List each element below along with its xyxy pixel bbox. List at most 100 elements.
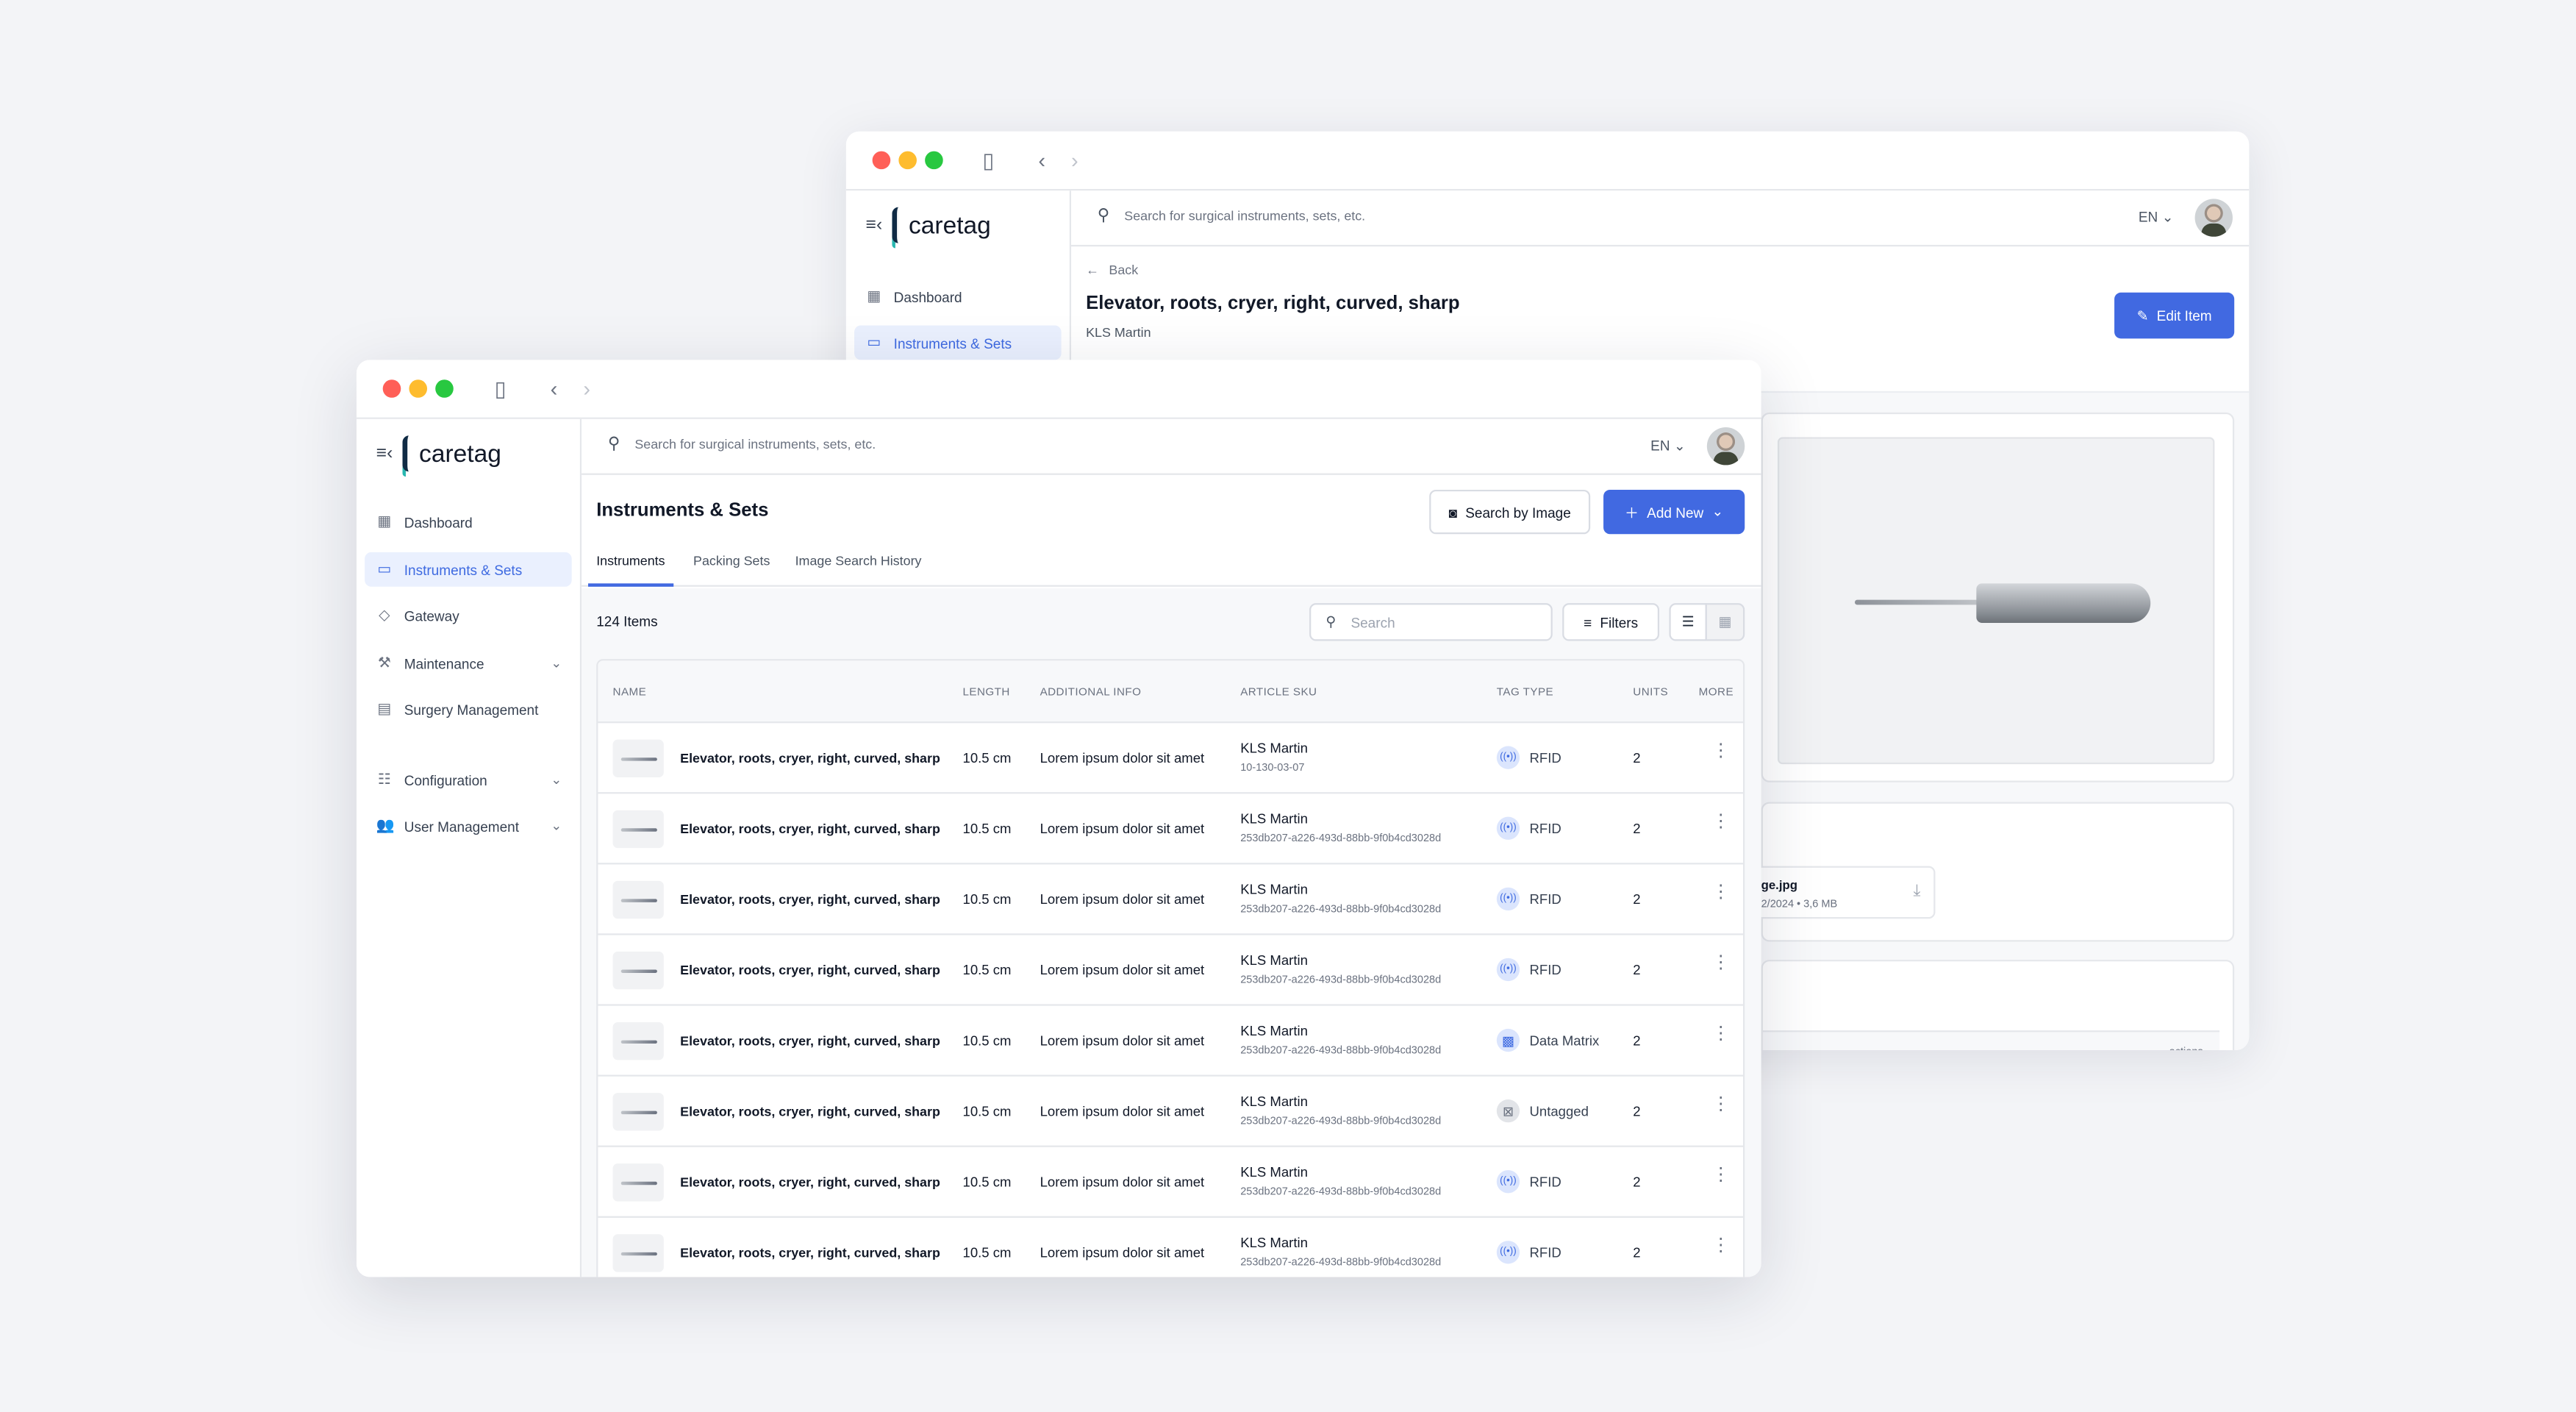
more-options-icon[interactable]: ⋮ bbox=[1712, 1237, 1731, 1256]
units: 2 bbox=[1633, 1244, 1641, 1261]
sidebar-item-label: Dashboard bbox=[893, 288, 962, 305]
sku-brand: KLS Martin bbox=[1240, 1093, 1308, 1110]
tab-instruments[interactable]: Instruments bbox=[588, 554, 673, 587]
brand-name: caretag bbox=[419, 439, 501, 468]
global-search[interactable]: ⚲ Search for surgical instruments, sets, … bbox=[1098, 207, 1365, 226]
sidebar-toggle-icon[interactable]: ▯ bbox=[982, 148, 994, 174]
table-row[interactable]: Elevator, roots, cryer, right, curved, s… bbox=[598, 1145, 1744, 1216]
forward-nav-icon[interactable]: › bbox=[583, 377, 590, 402]
col-units[interactable]: UNITS bbox=[1633, 687, 1668, 699]
additional-info: Lorem ipsum dolor sit amet bbox=[1040, 1173, 1205, 1190]
col-more: MORE bbox=[1698, 687, 1734, 699]
instrument-name: Elevator, roots, cryer, right, curved, s… bbox=[680, 1245, 940, 1261]
instrument-length: 10.5 cm bbox=[962, 891, 1012, 908]
more-options-icon[interactable]: ⋮ bbox=[1712, 883, 1731, 902]
search-by-image-button[interactable]: ◙ Search by Image bbox=[1429, 489, 1591, 535]
sidebar-item-dashboard[interactable]: ▦ Dashboard bbox=[365, 504, 572, 539]
menu-collapse-icon[interactable]: ≡‹ bbox=[376, 443, 393, 463]
avatar[interactable] bbox=[1706, 427, 1745, 466]
back-link[interactable]: ← Back bbox=[1086, 263, 1138, 278]
col-additional-info[interactable]: ADDITIONAL INFO bbox=[1040, 687, 1142, 699]
more-options-icon[interactable]: ⋮ bbox=[1712, 1166, 1731, 1185]
sidebar-item-user-management[interactable]: 👥 User Management ⌄ bbox=[365, 808, 572, 843]
minimize-button[interactable] bbox=[409, 379, 428, 398]
article-sku: 10-130-03-07 bbox=[1240, 762, 1305, 774]
actions-header: actions bbox=[2169, 1047, 2203, 1050]
back-label: Back bbox=[1109, 263, 1139, 278]
back-nav-icon[interactable]: ‹ bbox=[1038, 148, 1045, 173]
article-sku: 253db207-a226-493d-88bb-9f0b4cd3028d bbox=[1240, 904, 1442, 916]
instrument-thumbnail bbox=[612, 1234, 664, 1272]
sidebar-toggle-icon[interactable]: ▯ bbox=[495, 377, 507, 403]
instruments-table: NAME LENGTH ADDITIONAL INFO ARTICLE SKU … bbox=[596, 659, 1745, 1277]
table-row[interactable]: Elevator, roots, cryer, right, curved, s… bbox=[598, 1216, 1744, 1277]
more-options-icon[interactable]: ⋮ bbox=[1712, 954, 1731, 973]
more-options-icon[interactable]: ⋮ bbox=[1712, 1095, 1731, 1115]
col-length[interactable]: LENGTH bbox=[963, 687, 1010, 699]
global-search[interactable]: ⚲ Search for surgical instruments, sets, … bbox=[608, 435, 876, 454]
download-icon[interactable]: ⤓ bbox=[1913, 883, 1920, 901]
instrument-length: 10.5 cm bbox=[962, 1102, 1012, 1119]
instrument-name: Elevator, roots, cryer, right, curved, s… bbox=[680, 751, 940, 766]
sliders-icon: ☷ bbox=[377, 771, 391, 788]
maximize-button[interactable] bbox=[925, 151, 943, 170]
units: 2 bbox=[1633, 891, 1641, 908]
additional-info: Lorem ipsum dolor sit amet bbox=[1040, 891, 1205, 908]
file-chip[interactable]: ge.jpg 2/2024 • 3,6 MB ⤓ bbox=[1746, 866, 1936, 919]
list-view-button[interactable]: ☰ bbox=[1669, 603, 1707, 641]
tab-packing-sets[interactable]: Packing Sets bbox=[693, 554, 770, 568]
grid-view-button[interactable]: ▦ bbox=[1705, 603, 1745, 641]
instrument-name: Elevator, roots, cryer, right, curved, s… bbox=[680, 1033, 940, 1049]
maximize-button[interactable] bbox=[435, 379, 454, 398]
chevron-down-icon: ⌄ bbox=[551, 655, 562, 671]
sidebar-item-gateway[interactable]: ◇ Gateway bbox=[365, 598, 572, 632]
tab-image-search-history[interactable]: Image Search History bbox=[795, 554, 922, 568]
rfid-icon: ((•)) bbox=[1496, 1241, 1520, 1264]
table-row[interactable]: Elevator, roots, cryer, right, curved, s… bbox=[598, 863, 1744, 933]
more-options-icon[interactable]: ⋮ bbox=[1712, 813, 1731, 832]
instrument-length: 10.5 cm bbox=[962, 1032, 1012, 1049]
sidebar-item-maintenance[interactable]: ⚒ Maintenance ⌄ bbox=[365, 646, 572, 680]
sidebar-item-surgery-management[interactable]: ▤ Surgery Management bbox=[365, 692, 572, 727]
page-title: Instruments & Sets bbox=[596, 501, 769, 521]
instrument-length: 10.5 cm bbox=[962, 749, 1012, 766]
language-label: EN bbox=[1650, 437, 1670, 454]
back-nav-icon[interactable]: ‹ bbox=[551, 377, 558, 402]
filters-button[interactable]: ≡ Filters bbox=[1562, 603, 1660, 641]
sidebar-item-dashboard[interactable]: ▦ Dashboard bbox=[854, 279, 1062, 314]
list-search-input[interactable]: ⚲ Search bbox=[1309, 603, 1553, 641]
instrument-length: 10.5 cm bbox=[962, 1173, 1012, 1190]
table-row[interactable]: Elevator, roots, cryer, right, curved, s… bbox=[598, 1004, 1744, 1074]
more-options-icon[interactable]: ⋮ bbox=[1712, 1024, 1731, 1044]
close-button[interactable] bbox=[382, 379, 401, 398]
table-row[interactable]: Elevator, roots, cryer, right, curved, s… bbox=[598, 792, 1744, 863]
sidebar-item-instruments-sets[interactable]: ▭ Instruments & Sets bbox=[854, 325, 1062, 360]
sidebar-item-instruments-sets[interactable]: ▭ Instruments & Sets bbox=[365, 552, 572, 587]
language-select[interactable]: EN ⌄ bbox=[1650, 437, 1686, 455]
avatar[interactable] bbox=[2194, 199, 2233, 237]
arrow-left-icon: ← bbox=[1086, 263, 1100, 278]
more-options-icon[interactable]: ⋮ bbox=[1712, 742, 1731, 761]
edit-item-button[interactable]: ✎ Edit Item bbox=[2114, 292, 2235, 339]
table-row[interactable]: Elevator, roots, cryer, right, curved, s… bbox=[598, 933, 1744, 1004]
col-article-sku[interactable]: ARTICLE SKU bbox=[1240, 687, 1317, 699]
sku-brand: KLS Martin bbox=[1240, 739, 1308, 756]
close-button[interactable] bbox=[872, 151, 891, 170]
title-bar: ▯ ‹ › bbox=[845, 131, 2250, 191]
additional-info: Lorem ipsum dolor sit amet bbox=[1040, 1102, 1205, 1119]
col-name[interactable]: NAME bbox=[613, 687, 647, 699]
chevron-down-icon: ⌄ bbox=[2161, 208, 2174, 226]
language-select[interactable]: EN ⌄ bbox=[2139, 209, 2174, 227]
menu-collapse-icon[interactable]: ≡‹ bbox=[866, 215, 883, 235]
top-bar: ⚲ Search for surgical instruments, sets, … bbox=[582, 418, 1761, 475]
minimize-button[interactable] bbox=[898, 151, 917, 170]
table-row[interactable]: Elevator, roots, cryer, right, curved, s… bbox=[598, 1074, 1744, 1145]
sidebar-item-configuration[interactable]: ☷ Configuration ⌄ bbox=[365, 763, 572, 797]
rfid-icon: ((•)) bbox=[1496, 887, 1520, 911]
tag-type: RFID bbox=[1529, 749, 1561, 766]
col-tag-type[interactable]: TAG TYPE bbox=[1497, 687, 1553, 699]
add-new-button[interactable]: ＋ Add New ⌄ bbox=[1603, 489, 1745, 535]
sidebar-item-label: Instruments & Sets bbox=[893, 334, 1012, 352]
table-row[interactable]: Elevator, roots, cryer, right, curved, s… bbox=[598, 721, 1744, 792]
forward-nav-icon[interactable]: › bbox=[1071, 148, 1078, 173]
